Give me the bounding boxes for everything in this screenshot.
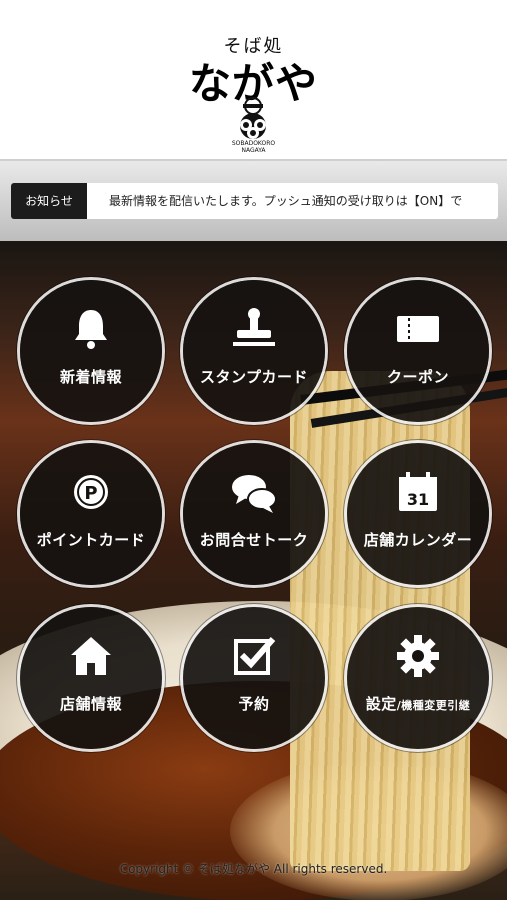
logo-english: SOBADOKORO NAGAYA	[0, 140, 507, 154]
inquiry-talk-button-label: お問合せトーク	[199, 531, 309, 549]
copyright-footer: Copyright © そば処ながや All rights reserved.	[119, 862, 388, 876]
news-ticker[interactable]: お知らせ 最新情報を配信いたします。プッシュ通知の受け取りは【ON】で	[11, 183, 498, 219]
checkbox-icon	[234, 637, 276, 675]
stamp-card-button[interactable]: スタンプカード	[183, 280, 325, 422]
news-bar: お知らせ 最新情報を配信いたします。プッシュ通知の受け取りは【ON】で	[0, 161, 507, 241]
ticket-icon	[397, 316, 439, 342]
settings-label-main: 設定	[365, 695, 397, 713]
house-icon	[71, 637, 111, 675]
settings-button[interactable]: 設定/機種変更引継	[347, 607, 489, 749]
logo-english-line1: SOBADOKORO	[231, 140, 276, 147]
reservation-button-label: 予約	[238, 695, 270, 713]
logo-english-line2: NAGAYA	[241, 147, 266, 154]
inquiry-talk-button[interactable]: お問合せトーク	[183, 443, 325, 585]
point-card-button-label: ポイントカード	[36, 531, 146, 549]
store-calendar-button[interactable]: 31 店舗カレンダー	[347, 443, 489, 585]
point-coin-icon: P	[74, 475, 108, 509]
settings-button-label: 設定/機種変更引継	[347, 693, 489, 714]
stamp-icon	[233, 308, 275, 346]
calendar-icon: 31	[399, 472, 437, 511]
store-calendar-button-label: 店舗カレンダー	[363, 531, 473, 549]
news-button-label: 新着情報	[59, 368, 122, 386]
bell-icon	[75, 310, 107, 349]
settings-label-sub: /機種変更引継	[396, 699, 471, 712]
calendar-day-text: 31	[407, 490, 429, 509]
store-info-button[interactable]: 店舗情報	[20, 607, 162, 749]
gear-icon	[397, 635, 439, 677]
chat-bubbles-icon	[232, 475, 277, 513]
svg-text:P: P	[84, 483, 97, 504]
crest-logo-icon	[240, 97, 266, 139]
stamp-card-button-label: スタンプカード	[199, 368, 309, 386]
coupon-button[interactable]: クーポン	[347, 280, 489, 422]
reservation-button[interactable]: 予約	[183, 607, 325, 749]
store-info-button-label: 店舗情報	[59, 695, 122, 713]
point-card-button[interactable]: P ポイントカード	[20, 443, 162, 585]
news-label: お知らせ	[11, 183, 87, 219]
news-text[interactable]: 最新情報を配信いたします。プッシュ通知の受け取りは【ON】で	[109, 183, 462, 219]
news-button[interactable]: 新着情報	[20, 280, 162, 422]
coupon-button-label: クーポン	[386, 368, 449, 386]
app-header: そば処 ながや SOBADOKORO NAGAYA	[0, 0, 507, 160]
